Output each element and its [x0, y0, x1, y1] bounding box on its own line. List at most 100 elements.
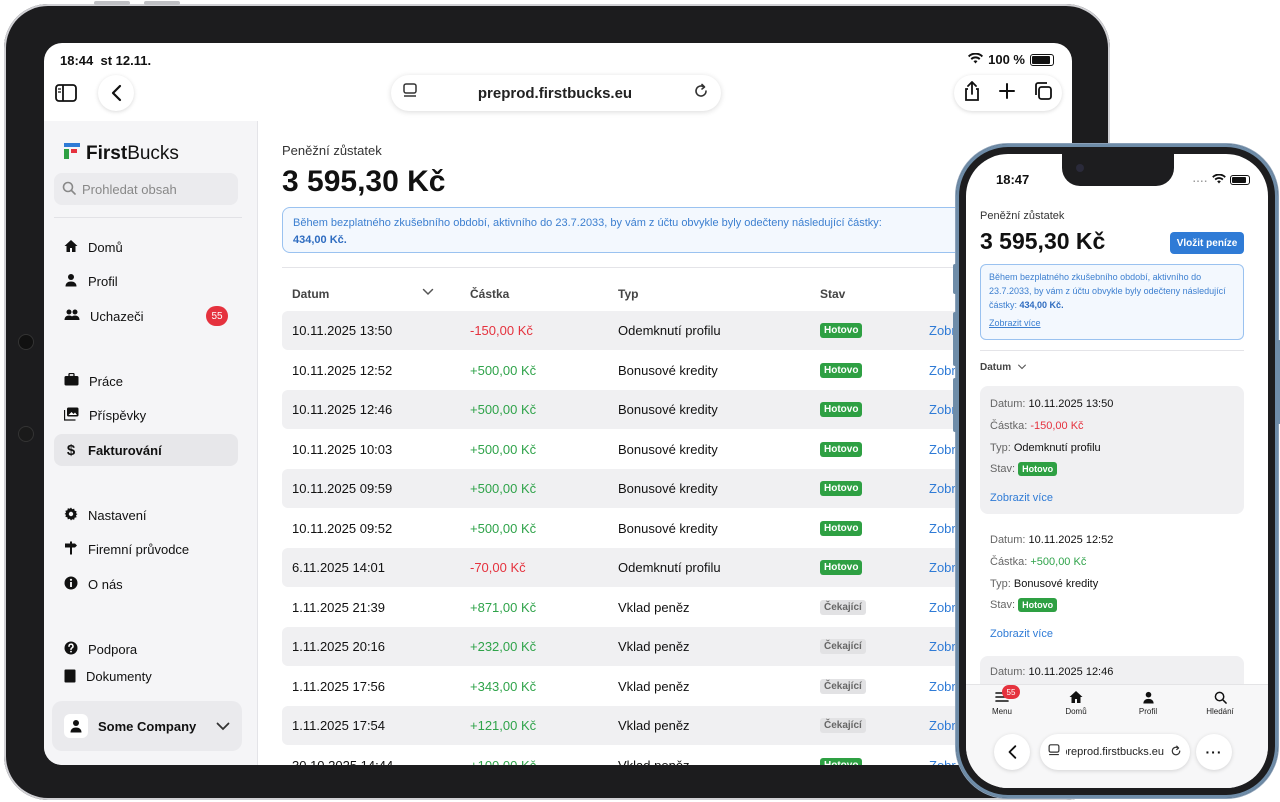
firstbucks-logo-icon — [64, 143, 80, 165]
sidebar-item-label: Příspěvky — [89, 407, 147, 423]
sidebar-item-label: Nastavení — [88, 507, 147, 523]
sidebar-item-support[interactable]: Podpora — [54, 633, 238, 665]
show-more-link[interactable]: Zobrazit více — [990, 628, 1053, 640]
sidebar-item-label: Práce — [89, 373, 123, 389]
table-row: 10.11.2025 09:52 +500,00 Kč Bonusové kredi… — [282, 509, 1072, 548]
back-button[interactable] — [98, 75, 134, 111]
tab-home[interactable]: Domů — [1046, 689, 1106, 716]
table-row: 1.11.2025 20:16 +232,00 Kč Vklad peněz Čeka… — [282, 627, 1072, 666]
row-detail-link[interactable]: Zobr — [929, 639, 956, 654]
table-row: 6.11.2025 14:01 -70,00 Kč Odemknutí profil… — [282, 548, 1072, 587]
images-icon — [63, 407, 79, 424]
transaction-card: Datum: 10.11.2025 13:50 Částka: -150,00 … — [980, 386, 1244, 514]
sidebar-item-home[interactable]: Domů — [54, 231, 238, 263]
table-row: 1.11.2025 21:39 +871,00 Kč Vklad peněz Čeka… — [282, 588, 1072, 627]
phone-back-button[interactable] — [994, 734, 1030, 770]
tablet-screen: 18:44 st 12.11. 100 % preprod.firstbucks… — [44, 43, 1072, 765]
column-amount: Částka — [470, 287, 510, 301]
company-name: Some Company — [98, 718, 197, 734]
status-badge: Čekající — [820, 718, 866, 733]
url-text: preprod.firstbucks.eu — [477, 84, 633, 102]
tabs-icon[interactable] — [1033, 81, 1053, 106]
tab-search[interactable]: Hledání — [1190, 689, 1250, 716]
chevron-down-icon — [1017, 362, 1027, 373]
row-amount: +500,00 Kč — [470, 481, 537, 496]
row-detail-link[interactable]: Zobr — [929, 718, 956, 733]
row-type: Vklad peněz — [618, 599, 690, 615]
share-icon[interactable] — [963, 80, 981, 106]
phone-notice-amount: 434,00 Kč. — [1019, 300, 1064, 310]
sidebar-item-label: Dokumenty — [86, 669, 152, 684]
sort-chevron-icon[interactable] — [422, 285, 434, 299]
tab-profile[interactable]: Profil — [1118, 689, 1178, 716]
row-detail-link[interactable]: Zobr — [929, 323, 956, 338]
company-switcher[interactable]: Some Company — [52, 701, 242, 751]
new-tab-icon[interactable] — [998, 82, 1016, 105]
phone-sort-dropdown[interactable]: Datum — [980, 362, 1027, 373]
status-badge: Hotovo — [820, 757, 863, 765]
column-date[interactable]: Datum — [292, 287, 329, 301]
more-options-button[interactable]: ··· — [1196, 734, 1232, 770]
phone-notice-more-link[interactable]: Zobrazit více — [989, 318, 1041, 328]
status-badge: Hotovo — [820, 520, 863, 536]
status-time: 18:44 st 12.11. — [60, 53, 152, 68]
row-detail-link[interactable]: Zobr — [929, 600, 956, 615]
sidebar-item-documents[interactable]: Dokumenty — [54, 667, 238, 687]
reload-icon[interactable] — [693, 83, 709, 103]
phone-address-bar[interactable]: preprod.firstbucks.eu — [1040, 734, 1190, 770]
phone-url-text: preprod.firstbucks.eu — [1066, 746, 1164, 758]
transaction-card: Datum: 10.11.2025 12:52 Částka: +500,00 … — [990, 534, 1114, 640]
balance-label: Peněžní zůstatek — [282, 143, 382, 158]
status-badge: Hotovo — [820, 362, 863, 378]
row-amount: -70,00 Kč — [470, 560, 526, 575]
row-detail-link[interactable]: Zobr — [929, 521, 956, 536]
row-detail-link[interactable]: Zobr — [929, 679, 956, 694]
column-type: Typ — [618, 287, 639, 301]
sidebar-toggle-icon[interactable] — [48, 75, 84, 111]
phone-balance-label: Peněžní zůstatek — [980, 210, 1065, 222]
column-status: Stav — [820, 287, 846, 301]
row-detail-link[interactable]: Zobr — [929, 481, 956, 496]
notice-text: Během bezplatného zkušebního období, akt… — [293, 217, 882, 229]
sidebar-item-settings[interactable]: Nastavení — [54, 499, 238, 531]
row-detail-link[interactable]: Zobr — [929, 363, 956, 378]
deposit-button[interactable]: Vložit peníze — [1170, 232, 1244, 254]
people-icon — [64, 308, 80, 325]
row-type: Bonusové kredity — [618, 520, 718, 536]
row-amount: +343,00 Kč — [470, 678, 537, 694]
row-detail-link[interactable]: Zobr — [929, 560, 956, 575]
row-type: Bonusové kredity — [618, 441, 718, 457]
sidebar-item-company-guide[interactable]: Firemní průvodce — [54, 533, 238, 565]
row-date: 10.11.2025 09:59 — [292, 481, 393, 496]
sidebar-item-candidates[interactable]: Uchazeči 55 — [54, 300, 238, 332]
row-detail-link[interactable]: Zobr — [929, 402, 956, 417]
tab-menu[interactable]: 55 Menu — [972, 685, 1032, 716]
address-bar[interactable]: preprod.firstbucks.eu — [391, 75, 721, 111]
sidebar-item-billing[interactable]: $ Fakturování — [54, 434, 238, 466]
row-date: 10.11.2025 12:52 — [292, 362, 393, 378]
brand-logo[interactable]: FirstBucks — [64, 143, 179, 165]
row-type: Vklad peněz — [618, 718, 690, 733]
menu-icon: 55 — [972, 685, 1032, 705]
phone-trial-notice: Během bezplatného zkušebního období, akt… — [980, 264, 1244, 340]
browser-actions — [954, 75, 1062, 111]
row-amount: +871,00 Kč — [470, 599, 537, 615]
sidebar-item-label: Domů — [88, 239, 123, 255]
status-badge: Hotovo — [820, 481, 863, 496]
row-detail-link[interactable]: Zobr — [929, 758, 956, 766]
row-amount: +232,00 Kč — [470, 639, 537, 654]
status-badge: Hotovo — [1018, 598, 1058, 612]
row-detail-link[interactable]: Zobr — [929, 442, 956, 457]
show-more-link[interactable]: Zobrazit více — [990, 492, 1053, 504]
phone-browser-bar: preprod.firstbucks.eu ··· — [966, 726, 1268, 788]
sidebar-item-about[interactable]: O nás — [54, 568, 238, 600]
table-row: 10.11.2025 10:03 +500,00 Kč Bonusové kredi… — [282, 430, 1072, 469]
reload-icon[interactable] — [1170, 745, 1182, 760]
sidebar-item-posts[interactable]: Příspěvky — [54, 399, 238, 431]
row-date: 10.11.2025 12:46 — [292, 402, 393, 417]
row-date: 6.11.2025 14:01 — [292, 560, 386, 575]
sidebar-item-label: Podpora — [88, 641, 138, 657]
sidebar-item-jobs[interactable]: Práce — [54, 365, 238, 397]
search-input[interactable]: Prohledat obsah — [54, 173, 238, 205]
sidebar-item-profile[interactable]: Profil — [54, 265, 238, 297]
